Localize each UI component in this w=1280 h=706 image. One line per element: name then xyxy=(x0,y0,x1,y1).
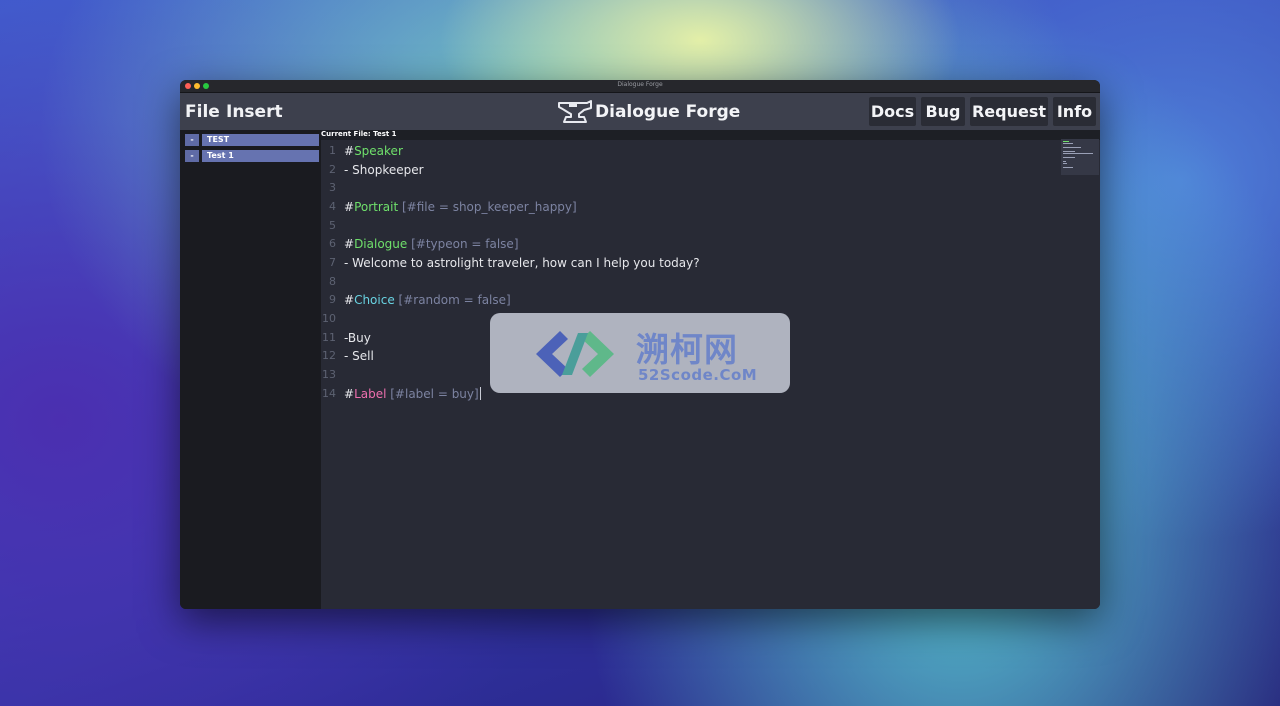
line-number: 8 xyxy=(329,275,336,288)
line-text: -Buy xyxy=(344,331,371,345)
watermark-chinese-text: 溯柯网 xyxy=(636,330,738,369)
current-file-label: Current File: Test 1 xyxy=(321,130,1100,140)
watermark-overlay: 溯柯网 52Scode.CoM xyxy=(490,313,790,393)
tree-item-label[interactable]: Test 1 xyxy=(202,150,319,162)
tag-hash: # xyxy=(344,237,355,251)
file-menu[interactable]: File xyxy=(185,102,220,122)
line-text: - Shopkeeper xyxy=(344,163,424,177)
anvil-icon xyxy=(558,100,592,123)
line-text: - Welcome to astrolight traveler, how ca… xyxy=(344,256,700,270)
tag-hash: # xyxy=(344,144,355,158)
speaker-keyword: Speaker xyxy=(354,144,403,158)
watermark-english-text: 52Scode.CoM xyxy=(638,366,758,384)
choice-keyword: Choice xyxy=(354,293,395,307)
line-number: 7 xyxy=(329,256,336,269)
tag-parameters: [#label = buy] xyxy=(386,387,479,401)
collapse-toggle[interactable]: - xyxy=(185,134,199,146)
line-number: 6 xyxy=(329,237,336,250)
tree-item-test-1[interactable]: - Test 1 xyxy=(185,150,319,162)
window-title: Dialogue Forge xyxy=(617,81,663,88)
title-bar: Dialogue Forge xyxy=(180,80,1100,93)
docs-button[interactable]: Docs xyxy=(869,97,916,126)
line-number: 1 xyxy=(329,144,336,157)
tag-hash: # xyxy=(344,387,355,401)
portrait-keyword: Portrait xyxy=(354,200,399,214)
dialogue-keyword: Dialogue xyxy=(354,237,408,251)
link-logo-icon xyxy=(536,331,614,377)
line-number: 3 xyxy=(329,181,336,194)
tag-parameters: [#file = shop_keeper_happy] xyxy=(398,200,577,214)
line-number: 10 xyxy=(322,312,336,325)
text-caret xyxy=(479,387,481,400)
line-number: 13 xyxy=(322,368,336,381)
app-title: Dialogue Forge xyxy=(595,102,741,122)
bug-button[interactable]: Bug xyxy=(921,97,965,126)
tag-parameters: [#typeon = false] xyxy=(407,237,519,251)
line-number: 11 xyxy=(322,331,336,344)
code-minimap[interactable] xyxy=(1061,139,1099,175)
request-button[interactable]: Request xyxy=(970,97,1048,126)
insert-menu[interactable]: Insert xyxy=(226,102,283,122)
line-text: - Sell xyxy=(344,349,374,363)
line-number: 14 xyxy=(322,387,336,400)
info-button[interactable]: Info xyxy=(1053,97,1096,126)
tag-hash: # xyxy=(344,200,355,214)
tree-item-label[interactable]: TEST xyxy=(202,134,319,146)
line-number: 9 xyxy=(329,293,336,306)
line-number: 2 xyxy=(329,163,336,176)
line-number: 5 xyxy=(329,219,336,232)
collapse-toggle[interactable]: - xyxy=(185,150,199,162)
label-keyword: Label xyxy=(354,387,387,401)
file-tree: - TEST - Test 1 xyxy=(180,130,321,609)
line-number: 12 xyxy=(322,349,336,362)
line-number: 4 xyxy=(329,200,336,213)
menu-bar: File Insert Dialogue Forge Docs Bug Requ… xyxy=(180,93,1100,130)
tag-parameters: [#random = false] xyxy=(394,293,511,307)
tree-item-test-folder[interactable]: - TEST xyxy=(185,134,319,146)
tag-hash: # xyxy=(344,293,355,307)
